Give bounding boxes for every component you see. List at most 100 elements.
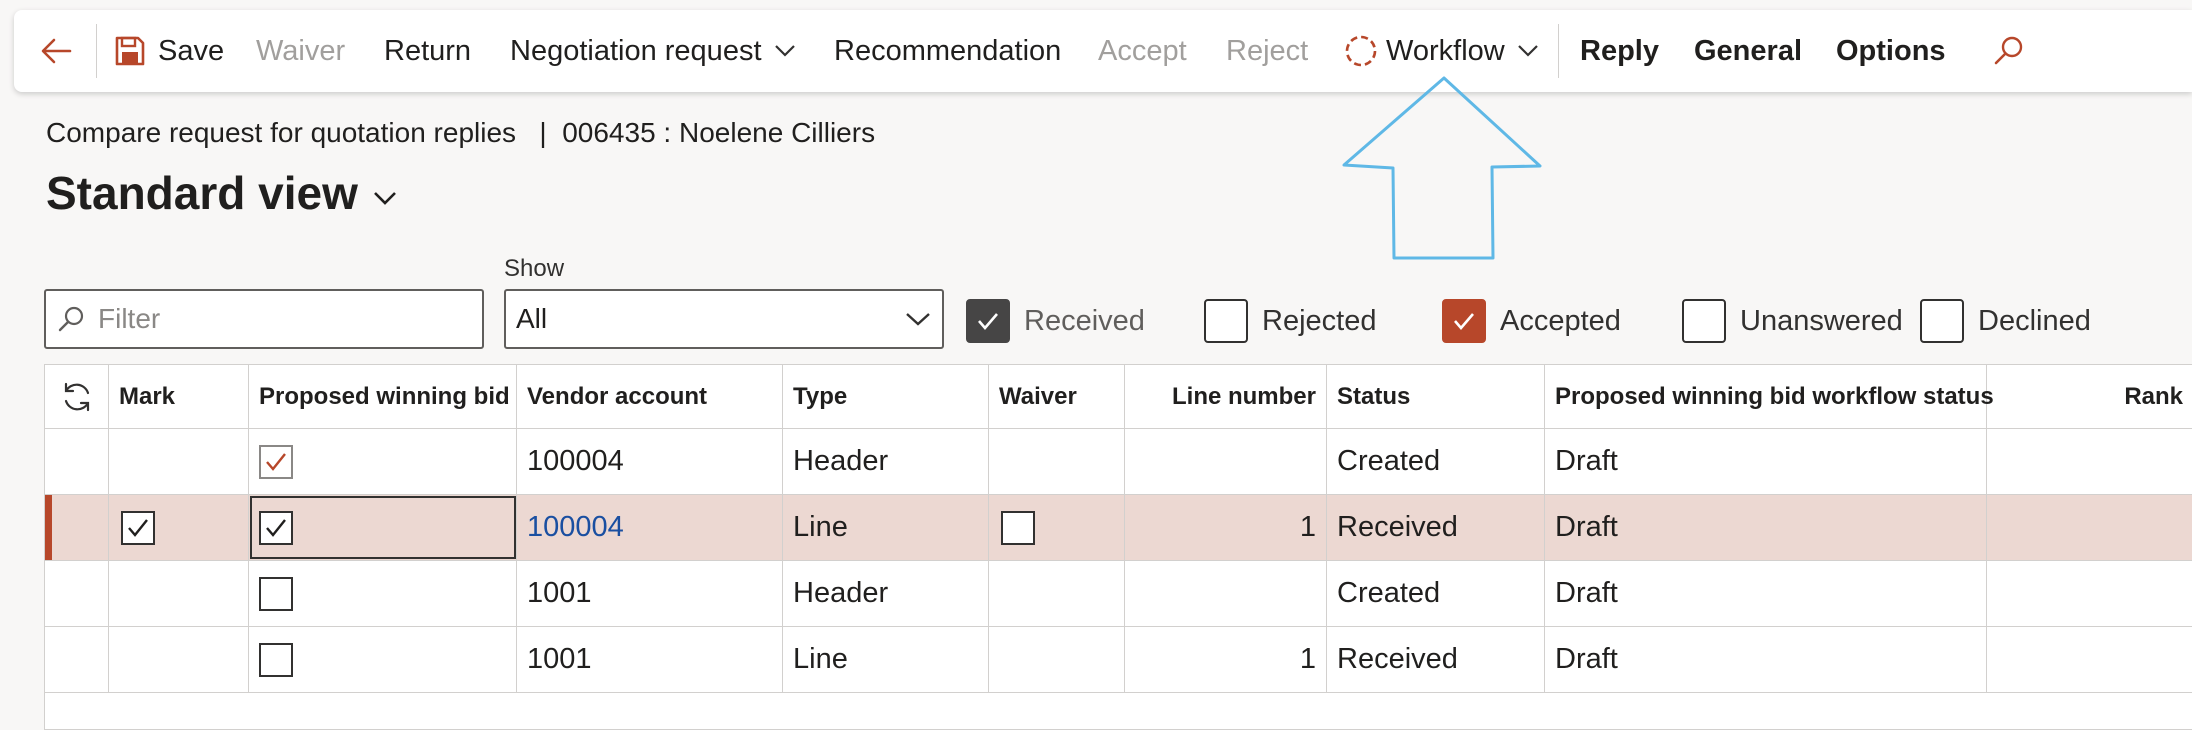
type-cell[interactable]: Line	[783, 627, 989, 692]
show-value: All	[516, 303, 548, 334]
workflow-status-cell[interactable]: Draft	[1545, 495, 1987, 560]
action-pane: Save Waiver Return Negotiation request R…	[14, 10, 2192, 92]
type-cell[interactable]: Header	[783, 429, 989, 494]
column-header-waiver[interactable]: Waiver	[989, 365, 1125, 428]
row-selector[interactable]	[45, 495, 109, 560]
tab-general[interactable]: General	[1694, 10, 1802, 92]
checkmark-icon	[266, 452, 286, 471]
mark-cell[interactable]	[109, 561, 249, 626]
show-label: Show	[504, 255, 565, 282]
search-icon	[58, 306, 84, 332]
workflow-icon	[1345, 35, 1377, 67]
waiver-cell[interactable]	[989, 495, 1125, 560]
checkmark-icon	[978, 313, 998, 330]
declined-label: Declined	[1978, 304, 2091, 337]
recommendation-button[interactable]: Recommendation	[834, 10, 1061, 92]
accept-button[interactable]: Accept	[1098, 10, 1187, 92]
status-cell[interactable]: Created	[1327, 561, 1545, 626]
save-icon	[115, 36, 145, 66]
status-cell[interactable]: Received	[1327, 627, 1545, 692]
column-header-type[interactable]: Type	[783, 365, 989, 428]
vendor-account-cell[interactable]: 100004	[517, 429, 783, 494]
filter-input[interactable]	[98, 303, 458, 335]
column-header-workflow-status[interactable]: Proposed winning bid workflow status	[1545, 365, 1994, 428]
workflow-status-cell[interactable]: Draft	[1545, 429, 1987, 494]
separator	[96, 24, 97, 78]
line-number-cell[interactable]: 1	[1125, 495, 1327, 560]
proposed-winning-bid-checkbox[interactable]	[259, 510, 293, 545]
received-checkbox[interactable]: Received	[966, 298, 1145, 344]
waiver-cell[interactable]	[989, 627, 1125, 692]
negotiation-request-label: Negotiation request	[510, 34, 762, 67]
column-header-proposed-winning-bid[interactable]: Proposed winning bid	[249, 365, 517, 428]
proposed-winning-bid-cell[interactable]	[249, 495, 517, 560]
accepted-checkbox[interactable]: Accepted	[1442, 298, 1621, 344]
mark-checkbox[interactable]	[121, 510, 155, 545]
table-row-selected[interactable]: 100004 Line 1 Received Draft	[45, 495, 2192, 561]
search-icon	[1994, 36, 2023, 65]
mark-cell[interactable]	[109, 627, 249, 692]
search-button[interactable]	[1992, 10, 2026, 92]
filter-input-container	[44, 289, 484, 349]
table-row[interactable]: 1001 Line 1 Received Draft	[45, 627, 2192, 693]
line-number-cell[interactable]	[1125, 561, 1327, 626]
line-number-cell[interactable]: 1	[1125, 627, 1327, 692]
rank-cell[interactable]	[1987, 429, 2192, 494]
status-cell[interactable]: Created	[1327, 429, 1545, 494]
column-header-rank[interactable]: Rank	[1987, 365, 2192, 428]
tab-reply[interactable]: Reply	[1580, 10, 1659, 92]
tab-options[interactable]: Options	[1836, 10, 1946, 92]
column-header-vendor-account[interactable]: Vendor account	[517, 365, 783, 428]
chevron-down-icon	[774, 45, 795, 57]
refresh-icon	[64, 382, 89, 411]
vendor-account-cell[interactable]: 1001	[517, 627, 783, 692]
row-selector[interactable]	[45, 627, 109, 692]
column-header-status[interactable]: Status	[1327, 365, 1545, 428]
type-cell[interactable]: Line	[783, 495, 989, 560]
waiver-button[interactable]: Waiver	[256, 10, 345, 92]
row-selector[interactable]	[45, 429, 109, 494]
view-selector[interactable]: Standard view	[46, 166, 398, 220]
proposed-winning-bid-cell[interactable]	[249, 429, 517, 494]
proposed-winning-bid-checkbox[interactable]	[259, 444, 293, 479]
declined-checkbox[interactable]: Declined	[1920, 298, 2091, 344]
reject-label: Reject	[1226, 34, 1309, 67]
return-button[interactable]: Return	[384, 10, 471, 92]
proposed-winning-bid-checkbox[interactable]	[259, 642, 293, 677]
mark-cell[interactable]	[109, 429, 249, 494]
mark-cell[interactable]	[109, 495, 249, 560]
workflow-status-cell[interactable]: Draft	[1545, 561, 1987, 626]
vendor-account-cell[interactable]: 1001	[517, 561, 783, 626]
proposed-winning-bid-checkbox[interactable]	[259, 576, 293, 611]
checkmark-icon	[1454, 313, 1474, 330]
proposed-winning-bid-cell[interactable]	[249, 561, 517, 626]
save-button[interactable]: Save	[114, 10, 224, 92]
rejected-checkbox[interactable]: Rejected	[1204, 298, 1376, 344]
type-cell[interactable]: Header	[783, 561, 989, 626]
waiver-cell[interactable]	[989, 429, 1125, 494]
waiver-label: Waiver	[256, 34, 346, 67]
workflow-label: Workflow	[1386, 34, 1505, 67]
show-dropdown[interactable]: All	[504, 289, 944, 349]
waiver-cell[interactable]	[989, 561, 1125, 626]
negotiation-request-menu[interactable]: Negotiation request	[510, 10, 796, 92]
waiver-checkbox[interactable]	[1001, 510, 1035, 545]
reject-button[interactable]: Reject	[1226, 10, 1308, 92]
line-number-cell[interactable]	[1125, 429, 1327, 494]
back-button[interactable]	[38, 10, 74, 92]
rank-cell[interactable]	[1987, 495, 2192, 560]
status-cell[interactable]: Received	[1327, 495, 1545, 560]
table-row[interactable]: 100004 Header Created Draft	[45, 429, 2192, 495]
column-header-mark[interactable]: Mark	[109, 365, 249, 428]
rank-cell[interactable]	[1987, 561, 2192, 626]
unanswered-checkbox[interactable]: Unanswered	[1682, 298, 1903, 344]
workflow-status-cell[interactable]: Draft	[1545, 627, 1987, 692]
column-header-line-number[interactable]: Line number	[1125, 365, 1327, 428]
table-row[interactable]: 1001 Header Created Draft	[45, 561, 2192, 627]
proposed-winning-bid-cell[interactable]	[249, 627, 517, 692]
return-label: Return	[384, 34, 472, 67]
refresh-button[interactable]	[45, 365, 109, 428]
vendor-account-link[interactable]: 100004	[517, 495, 783, 560]
rank-cell[interactable]	[1987, 627, 2192, 692]
row-selector[interactable]	[45, 561, 109, 626]
